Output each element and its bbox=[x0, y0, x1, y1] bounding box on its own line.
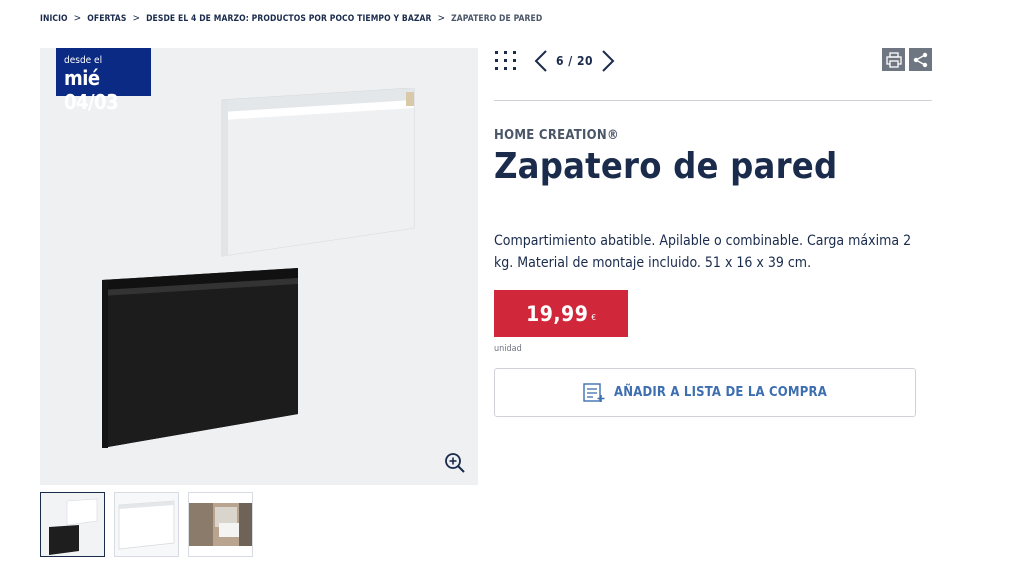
date-badge-prefix: desde el bbox=[64, 55, 103, 66]
black-shoe-cabinet-image bbox=[102, 268, 298, 448]
pager-counter: 6 / 20 bbox=[556, 54, 593, 68]
thumbnail-1[interactable] bbox=[40, 492, 105, 557]
product-pager: 6 / 20 bbox=[494, 46, 932, 76]
price-currency: € bbox=[591, 313, 596, 322]
add-to-list-label: AÑADIR A LISTA DE LA COMPRA bbox=[613, 385, 827, 400]
product-image-gallery[interactable]: desde el mié 04/03 bbox=[40, 48, 478, 485]
breadcrumb-current: ZAPATERO DE PARED bbox=[451, 13, 543, 24]
thumbnail-white-cabinet-image bbox=[115, 493, 178, 556]
breadcrumb-inicio[interactable]: INICIO bbox=[40, 14, 68, 24]
breadcrumb-separator: > bbox=[437, 13, 446, 24]
zoom-in-icon[interactable] bbox=[444, 452, 466, 474]
product-brand: HOME CREATION® bbox=[494, 128, 620, 143]
print-icon bbox=[885, 51, 902, 68]
header-divider bbox=[494, 100, 932, 101]
date-badge: desde el mié 04/03 bbox=[56, 48, 151, 114]
product-title: Zapatero de pared bbox=[494, 146, 838, 187]
price-box: 19,99 € bbox=[494, 290, 628, 337]
share-icon bbox=[913, 52, 927, 67]
thumbnail-strip bbox=[40, 492, 253, 557]
product-description: Compartimiento abatible. Apilable o comb… bbox=[494, 233, 912, 271]
add-to-shopping-list-button[interactable]: AÑADIR A LISTA DE LA COMPRA bbox=[494, 368, 916, 417]
breadcrumb-ofertas[interactable]: OFERTAS bbox=[87, 14, 126, 24]
breadcrumb: INICIO > OFERTAS > DESDE EL 4 DE MARZO: … bbox=[40, 13, 542, 24]
thumbnail-room-scene-image bbox=[189, 493, 252, 556]
chevron-right-icon[interactable] bbox=[601, 49, 615, 73]
breadcrumb-category[interactable]: DESDE EL 4 DE MARZO: PRODUCTOS POR POCO … bbox=[146, 14, 431, 24]
thumbnail-3[interactable] bbox=[188, 492, 253, 557]
page-tools bbox=[882, 48, 932, 71]
price-value: 19,99 bbox=[526, 301, 589, 326]
chevron-left-icon[interactable] bbox=[534, 49, 548, 73]
grid-icon[interactable] bbox=[494, 49, 518, 73]
breadcrumb-separator: > bbox=[73, 13, 82, 24]
thumbnail-2[interactable] bbox=[114, 492, 179, 557]
white-shoe-cabinet-image bbox=[221, 88, 415, 257]
share-button[interactable] bbox=[909, 48, 932, 71]
price-unit: unidad bbox=[494, 344, 522, 354]
breadcrumb-separator: > bbox=[132, 13, 141, 24]
print-button[interactable] bbox=[882, 48, 905, 71]
thumbnail-cabinets-image bbox=[41, 493, 104, 556]
date-badge-date: mié 04/03 bbox=[64, 66, 119, 114]
shopping-list-icon bbox=[583, 382, 605, 402]
